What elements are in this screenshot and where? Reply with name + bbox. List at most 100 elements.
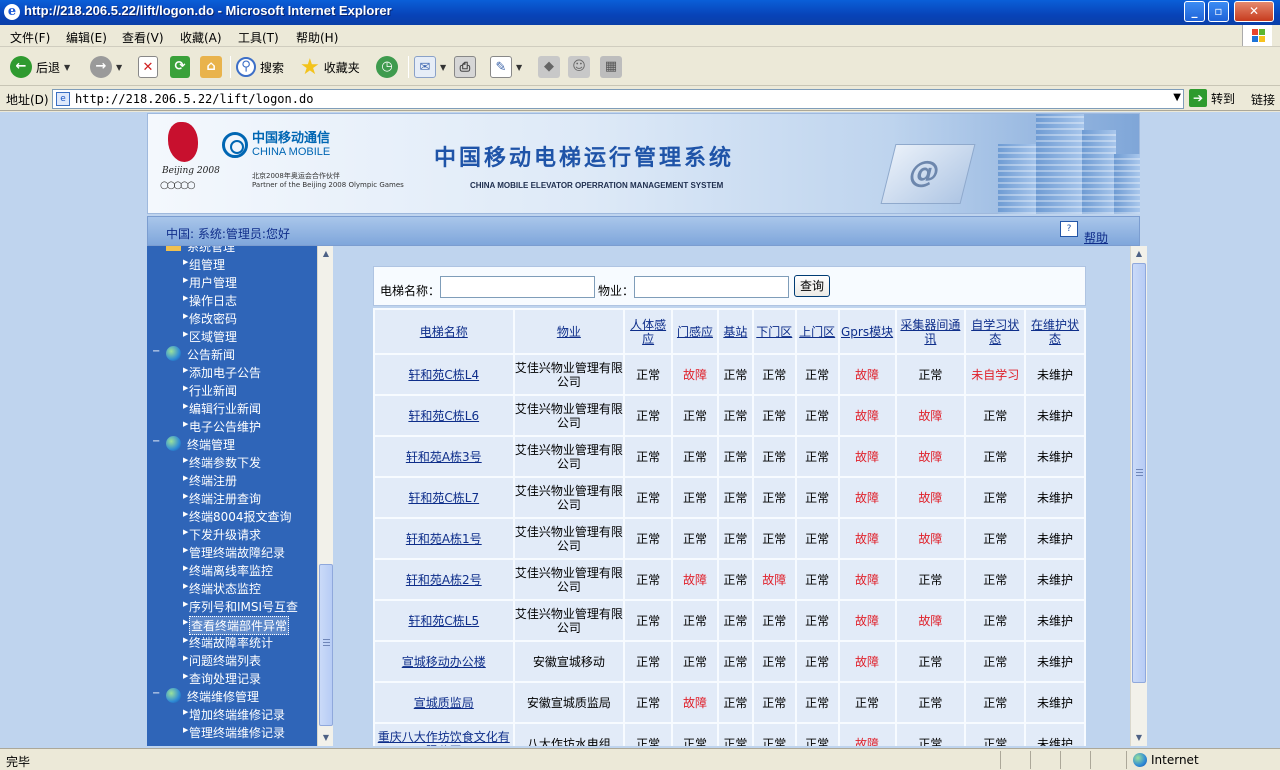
sidebar-scrollbar[interactable]: ▲ ▼ bbox=[317, 246, 333, 746]
scroll-down-button[interactable]: ▼ bbox=[1131, 730, 1147, 746]
sidebar-item[interactable]: ▶ 增加终端维修记录 bbox=[147, 705, 317, 723]
menu-help[interactable]: 帮助(H) bbox=[296, 29, 338, 46]
search-button[interactable]: ⚲ 搜索 bbox=[236, 54, 284, 80]
sidebar-item[interactable]: ▶ 用户管理 bbox=[147, 273, 317, 291]
column-header[interactable]: 基站 bbox=[718, 310, 752, 353]
elevator-name-link[interactable]: 轩和苑C栋L7 bbox=[375, 478, 513, 517]
address-input[interactable]: e http://218.206.5.22/lift/logon.do ▼ bbox=[52, 89, 1184, 109]
collapse-icon[interactable]: − bbox=[152, 689, 161, 699]
minimize-button[interactable]: _ bbox=[1184, 1, 1205, 22]
stop-button[interactable]: ✕ bbox=[138, 54, 158, 80]
column-header[interactable]: 物业 bbox=[514, 310, 624, 353]
elevator-name-link[interactable]: 轩和苑C栋L5 bbox=[375, 601, 513, 640]
elevator-name-link[interactable]: 轩和苑A栋2号 bbox=[375, 560, 513, 599]
elevator-name-link[interactable]: 轩和苑A栋3号 bbox=[375, 437, 513, 476]
sidebar-item[interactable]: ▶ 管理终端故障纪录 bbox=[147, 543, 317, 561]
sidebar-item[interactable]: ▶ 问题终端列表 bbox=[147, 651, 317, 669]
scroll-up-button[interactable]: ▲ bbox=[318, 246, 333, 262]
menu-favorites[interactable]: 收藏(A) bbox=[180, 29, 222, 46]
sidebar-group[interactable]: − 公告新闻 bbox=[147, 345, 317, 363]
query-button[interactable]: 查询 bbox=[794, 275, 830, 297]
sidebar-item[interactable]: ▶ 行业新闻 bbox=[147, 381, 317, 399]
menu-edit[interactable]: 编辑(E) bbox=[66, 29, 107, 46]
column-header[interactable]: 下门区 bbox=[753, 310, 795, 353]
column-header[interactable]: Gprs模块 bbox=[839, 310, 895, 353]
elevator-name-link[interactable]: 轩和苑C栋L4 bbox=[375, 355, 513, 394]
sidebar-item[interactable]: ▶ 终端离线率监控 bbox=[147, 561, 317, 579]
column-header[interactable]: 电梯名称 bbox=[375, 310, 513, 353]
sidebar-item[interactable]: ▶ 查看终端部件异常 bbox=[147, 615, 317, 635]
sidebar-item[interactable]: ▶ 管理终端维修记录 bbox=[147, 723, 317, 741]
sidebar-item[interactable]: ▶ 修改密码 bbox=[147, 309, 317, 327]
column-header[interactable]: 上门区 bbox=[796, 310, 838, 353]
elevator-name-link[interactable]: 宣城质监局 bbox=[375, 683, 513, 722]
page-scrollbar[interactable]: ▲ ▼ bbox=[1130, 246, 1147, 746]
history-button[interactable]: ◷ bbox=[376, 54, 398, 80]
chevron-down-icon[interactable]: ▼ bbox=[116, 63, 122, 72]
column-header[interactable]: 采集器间通讯 bbox=[896, 310, 965, 353]
collapse-icon[interactable]: − bbox=[152, 347, 161, 357]
go-button[interactable]: ➔ 转到 bbox=[1189, 89, 1235, 107]
scrollbar-thumb[interactable] bbox=[319, 564, 333, 726]
column-header[interactable]: 自学习状态 bbox=[966, 310, 1025, 353]
elevator-name-link[interactable]: 轩和苑A栋1号 bbox=[375, 519, 513, 558]
sidebar-item[interactable]: ▶ 终端8004报文查询 bbox=[147, 507, 317, 525]
links-button[interactable]: 链接 bbox=[1251, 91, 1275, 108]
print-button[interactable]: ⎙ bbox=[454, 54, 476, 80]
collapse-icon[interactable]: − bbox=[152, 246, 161, 249]
status-cell: 正常 bbox=[796, 355, 838, 394]
refresh-button[interactable]: ⟳ bbox=[170, 54, 190, 80]
messenger-button[interactable]: ☺ bbox=[568, 54, 590, 80]
help-icon[interactable]: ? bbox=[1060, 221, 1078, 237]
sidebar-item[interactable]: ▶ 区域管理 bbox=[147, 327, 317, 345]
help-link[interactable]: 帮助 bbox=[1084, 229, 1108, 246]
sidebar-item[interactable]: ▶ 电子公告维护 bbox=[147, 417, 317, 435]
mail-button[interactable]: ✉ ▼ bbox=[414, 54, 446, 80]
sidebar-group[interactable]: − 终端管理 bbox=[147, 435, 317, 453]
sidebar-item[interactable]: ▶ 序列号和IMSI号互查 bbox=[147, 597, 317, 615]
chevron-down-icon[interactable]: ▼ bbox=[516, 63, 522, 72]
sidebar-item[interactable]: ▶ 下发升级请求 bbox=[147, 525, 317, 543]
sidebar-item[interactable]: ▶ 组管理 bbox=[147, 255, 317, 273]
sidebar-item[interactable]: ▶ 查询处理记录 bbox=[147, 669, 317, 687]
edit-button[interactable]: ✎ ▼ bbox=[490, 54, 522, 80]
favorites-button[interactable]: ★ 收藏夹 bbox=[300, 54, 360, 80]
column-header[interactable]: 门感应 bbox=[673, 310, 717, 353]
column-header[interactable]: 人体感应 bbox=[625, 310, 672, 353]
sidebar-item[interactable]: ▶ 操作日志 bbox=[147, 291, 317, 309]
elevator-name-input[interactable] bbox=[440, 276, 595, 298]
elevator-name-link[interactable]: 轩和苑C栋L6 bbox=[375, 396, 513, 435]
property-input[interactable] bbox=[634, 276, 789, 298]
maximize-button[interactable]: ▫ bbox=[1208, 1, 1229, 22]
sidebar-group[interactable]: − 系统管理 bbox=[147, 246, 317, 255]
scrollbar-thumb[interactable] bbox=[1132, 263, 1146, 683]
close-button[interactable]: ✕ bbox=[1234, 1, 1274, 22]
discuss-button[interactable]: ◆ bbox=[538, 54, 560, 80]
home-button[interactable]: ⌂ bbox=[200, 54, 222, 80]
sidebar-item[interactable]: ▶ 终端参数下发 bbox=[147, 453, 317, 471]
sidebar-item[interactable]: ▶ 编辑行业新闻 bbox=[147, 399, 317, 417]
address-url[interactable]: http://218.206.5.22/lift/logon.do bbox=[75, 92, 313, 106]
column-header[interactable]: 在维护状态 bbox=[1026, 310, 1084, 353]
chevron-down-icon[interactable]: ▼ bbox=[440, 63, 446, 72]
chevron-down-icon[interactable]: ▼ bbox=[64, 63, 70, 72]
sidebar-item[interactable]: ▶ 终端注册查询 bbox=[147, 489, 317, 507]
elevator-name-link[interactable]: 宣城移动办公楼 bbox=[375, 642, 513, 681]
collapse-icon[interactable]: − bbox=[152, 437, 161, 447]
sidebar-item[interactable]: ▶ 添加电子公告 bbox=[147, 363, 317, 381]
forward-button[interactable]: → ▼ bbox=[90, 54, 122, 80]
scroll-down-button[interactable]: ▼ bbox=[318, 730, 333, 746]
back-button[interactable]: ← 后退 ▼ bbox=[10, 54, 70, 80]
scroll-up-button[interactable]: ▲ bbox=[1131, 246, 1147, 262]
status-cell: 正常 bbox=[673, 437, 717, 476]
menu-file[interactable]: 文件(F) bbox=[10, 29, 50, 46]
sidebar-item[interactable]: ▶ 终端注册 bbox=[147, 471, 317, 489]
menu-view[interactable]: 查看(V) bbox=[122, 29, 164, 46]
research-button[interactable]: ▦ bbox=[600, 54, 622, 80]
sidebar-item[interactable]: ▶ 终端故障率统计 bbox=[147, 633, 317, 651]
menu-tools[interactable]: 工具(T) bbox=[238, 29, 279, 46]
sidebar-group[interactable]: − 终端维修管理 bbox=[147, 687, 317, 705]
chevron-down-icon[interactable]: ▼ bbox=[1173, 92, 1181, 103]
elevator-name-link[interactable]: 重庆八大作坊饮食文化有限公司 bbox=[375, 724, 513, 746]
sidebar-item[interactable]: ▶ 终端状态监控 bbox=[147, 579, 317, 597]
